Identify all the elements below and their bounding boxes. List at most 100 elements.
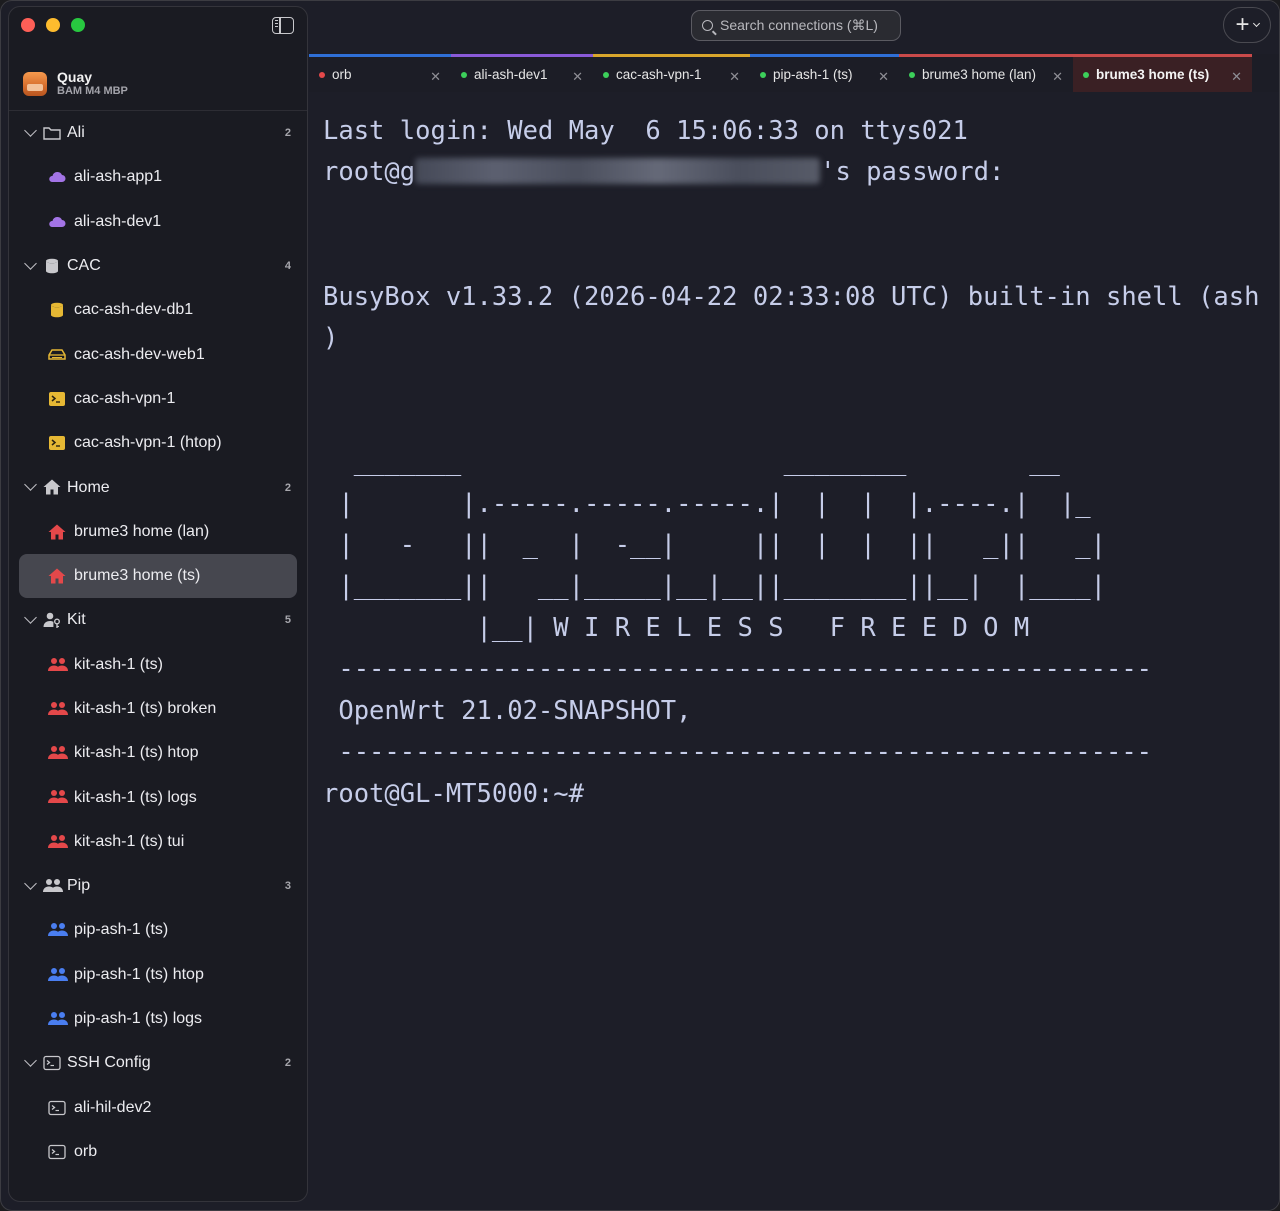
search-placeholder: Search connections (⌘L) bbox=[720, 17, 878, 33]
app-logo-icon bbox=[23, 71, 47, 96]
database-icon bbox=[47, 301, 67, 319]
group-label: Kit bbox=[67, 611, 86, 629]
status-dot bbox=[909, 71, 915, 78]
sidebar-item-brume3-home-lan[interactable]: brume3 home (lan) bbox=[19, 510, 297, 554]
sidebar-item-cac-ash-dev-web1[interactable]: cac-ash-dev-web1 bbox=[19, 332, 297, 376]
tab-label: pip-ash-1 (ts) bbox=[773, 67, 853, 82]
shell-prompt: root@GL-MT5000:~# bbox=[323, 778, 584, 809]
window-controls bbox=[21, 18, 85, 32]
people-icon bbox=[47, 1010, 68, 1028]
app-window: Quay BAM M4 MBP Ali 2 ali-ash-app1 ali-ash-… bbox=[0, 0, 1280, 1211]
sidebar-group-kit[interactable]: Kit 5 bbox=[9, 598, 307, 642]
tab-brume3-home-ts[interactable]: brume3 home (ts) ✕ bbox=[1073, 54, 1252, 92]
new-connection-button[interactable]: + bbox=[1223, 7, 1271, 43]
banner-line: | - || _ | -__| || | | || _|| _| bbox=[323, 530, 1106, 561]
server-icon bbox=[47, 345, 67, 363]
chevron-down-icon[interactable] bbox=[24, 124, 37, 137]
tab-label: cac-ash-vpn-1 bbox=[616, 67, 702, 82]
tab-brume3-home-lan[interactable]: brume3 home (lan) ✕ bbox=[899, 54, 1073, 92]
sidebar-item-kit-ash-1-ts[interactable]: kit-ash-1 (ts) bbox=[19, 643, 297, 687]
close-icon[interactable]: ✕ bbox=[1052, 69, 1063, 85]
main-area: Search connections (⌘L) + orb ✕ ali-ash-de… bbox=[309, 1, 1279, 1210]
sidebar-item-label: brume3 home (ts) bbox=[74, 567, 201, 585]
sidebar-item-label: pip-ash-1 (ts) logs bbox=[74, 1010, 203, 1028]
close-window-button[interactable] bbox=[21, 18, 35, 32]
group-count: 5 bbox=[284, 614, 291, 627]
sidebar-item-ali-hil-dev2[interactable]: ali-hil-dev2 bbox=[19, 1086, 297, 1130]
sidebar-item-kit-ash-1-ts-htop[interactable]: kit-ash-1 (ts) htop bbox=[19, 731, 297, 775]
terminal-line: ) bbox=[323, 323, 339, 354]
close-icon[interactable]: ✕ bbox=[729, 69, 740, 85]
sidebar-item-kit-ash-1-ts-tui[interactable]: kit-ash-1 (ts) tui bbox=[19, 820, 297, 864]
people-icon bbox=[47, 656, 68, 674]
sidebar-item-label: cac-ash-dev-db1 bbox=[74, 301, 194, 319]
chevron-down-icon[interactable] bbox=[24, 611, 37, 625]
house-icon bbox=[47, 567, 67, 585]
cloud-icon bbox=[47, 213, 67, 231]
sidebar-item-kit-ash-1-ts-logs[interactable]: kit-ash-1 (ts) logs bbox=[19, 775, 297, 819]
status-dot bbox=[461, 71, 467, 78]
tab-orb[interactable]: orb ✕ bbox=[309, 54, 451, 92]
terminal-output[interactable]: Last login: Wed May 6 15:06:33 on ttys02… bbox=[323, 111, 1260, 815]
sidebar-item-cac-ash-vpn-1-htop[interactable]: cac-ash-vpn-1 (htop) bbox=[19, 421, 297, 465]
close-icon[interactable]: ✕ bbox=[1231, 69, 1242, 85]
banner-line: |_______|| __|_____|__|__||________||__|… bbox=[323, 571, 1106, 602]
connection-tree: Ali 2 ali-ash-app1 ali-ash-dev1 CAC 4 cac-ash-… bbox=[9, 111, 307, 1174]
tab-ali-ash-dev1[interactable]: ali-ash-dev1 ✕ bbox=[451, 54, 593, 92]
sidebar-item-kit-ash-1-ts-broken[interactable]: kit-ash-1 (ts) broken bbox=[19, 687, 297, 731]
search-connections-field[interactable]: Search connections (⌘L) bbox=[691, 10, 901, 41]
sidebar-item-cac-ash-dev-db1[interactable]: cac-ash-dev-db1 bbox=[19, 288, 297, 332]
sidebar-item-label: kit-ash-1 (ts) broken bbox=[74, 700, 217, 717]
sidebar-group-home[interactable]: Home 2 bbox=[9, 465, 307, 509]
close-icon[interactable]: ✕ bbox=[430, 69, 441, 85]
minimize-window-button[interactable] bbox=[46, 18, 60, 32]
chevron-down-icon[interactable] bbox=[24, 1054, 37, 1068]
sidebar-item-cac-ash-vpn-1[interactable]: cac-ash-vpn-1 bbox=[19, 377, 297, 421]
zoom-window-button[interactable] bbox=[71, 18, 85, 32]
close-icon[interactable]: ✕ bbox=[572, 69, 583, 85]
sidebar-item-ali-ash-app1[interactable]: ali-ash-app1 bbox=[19, 155, 297, 199]
sidebar-item-label: orb bbox=[74, 1142, 98, 1160]
tab-label: brume3 home (lan) bbox=[922, 67, 1037, 82]
chevron-down-icon[interactable] bbox=[24, 478, 37, 492]
close-icon[interactable]: ✕ bbox=[878, 69, 889, 85]
terminal-line: BusyBox v1.33.2 (2026-04-22 02:33:08 UTC… bbox=[323, 281, 1260, 312]
group-count: 4 bbox=[284, 260, 291, 273]
sidebar-group-cac[interactable]: CAC 4 bbox=[9, 244, 307, 288]
sidebar-item-pip-ash-1-ts-logs[interactable]: pip-ash-1 (ts) logs bbox=[19, 997, 297, 1041]
banner-line: | |.-----.-----.-----.| | | |.----.| |_ bbox=[323, 488, 1091, 519]
sidebar-item-label: kit-ash-1 (ts) htop bbox=[74, 744, 199, 762]
tab-pip-ash-1-ts[interactable]: pip-ash-1 (ts) ✕ bbox=[750, 54, 899, 92]
sidebar-item-orb[interactable]: orb bbox=[19, 1130, 297, 1174]
sidebar-group-ali[interactable]: Ali 2 bbox=[9, 111, 307, 155]
tab-cac-ash-vpn-1[interactable]: cac-ash-vpn-1 ✕ bbox=[593, 54, 750, 92]
people-icon bbox=[47, 788, 68, 806]
sidebar-toggle-icon[interactable] bbox=[272, 17, 294, 34]
tab-label: ali-ash-dev1 bbox=[474, 67, 548, 82]
group-label: Pip bbox=[67, 877, 91, 895]
banner-line: OpenWrt 21.02-SNAPSHOT, bbox=[323, 695, 692, 726]
tab-label: orb bbox=[332, 67, 352, 82]
sidebar-item-label: cac-ash-vpn-1 (htop) bbox=[74, 434, 222, 452]
tab-bar: orb ✕ ali-ash-dev1 ✕ cac-ash-vpn-1 ✕ pip-ash-1… bbox=[309, 54, 1279, 92]
group-count: 2 bbox=[284, 481, 291, 494]
sidebar-item-pip-ash-1-ts[interactable]: pip-ash-1 (ts) bbox=[19, 908, 297, 952]
sidebar-group-pip[interactable]: Pip 3 bbox=[9, 864, 307, 908]
people-icon bbox=[47, 744, 68, 762]
chevron-down-icon[interactable] bbox=[24, 877, 37, 890]
sidebar-item-ali-ash-dev1[interactable]: ali-ash-dev1 bbox=[19, 200, 297, 244]
sidebar-group-ssh-config[interactable]: SSH Config 2 bbox=[9, 1041, 307, 1085]
group-count: 3 bbox=[284, 880, 291, 893]
sidebar-item-label: ali-ash-app1 bbox=[74, 168, 163, 186]
status-dot bbox=[1083, 71, 1089, 78]
plus-icon: + bbox=[1235, 11, 1250, 38]
person-key-icon bbox=[42, 611, 62, 629]
sidebar-item-pip-ash-1-ts-htop[interactable]: pip-ash-1 (ts) htop bbox=[19, 953, 297, 997]
sidebar-item-label: pip-ash-1 (ts) htop bbox=[74, 965, 204, 983]
chevron-down-icon[interactable] bbox=[24, 257, 37, 270]
terminal-line: Last login: Wed May 6 15:06:33 on ttys02… bbox=[323, 116, 968, 146]
sidebar-item-brume3-home-ts[interactable]: brume3 home (ts) bbox=[19, 553, 297, 599]
terminal-icon bbox=[47, 434, 67, 452]
